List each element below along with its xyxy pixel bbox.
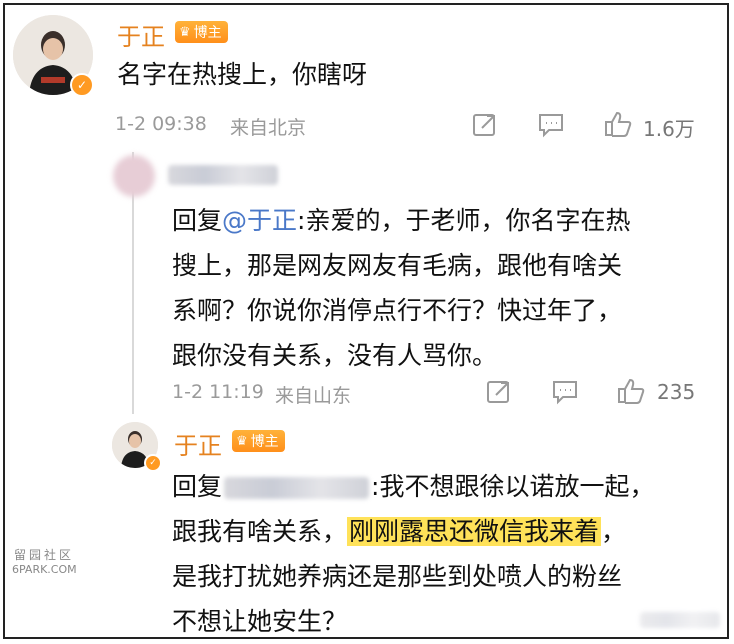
share-icon[interactable]: [472, 112, 498, 142]
reply-line-text: :亲爱的，于老师，你名字在热: [297, 206, 631, 235]
watermark-cn: 留园社区: [14, 548, 75, 562]
reply-line: 系啊？你说你消停点行不行？快过年了，: [172, 296, 623, 325]
badge-label: 博主: [193, 25, 222, 41]
blurred-user-name[interactable]: [168, 165, 278, 185]
reply-line: 跟我有啥关系，刚刚露思还微信我来着，: [172, 509, 712, 554]
highlighted-text: 刚刚露思还微信我来着: [347, 517, 602, 546]
reply-line: 回复 :我不想跟徐以诺放一起，: [172, 464, 712, 509]
crown-icon: ♛: [236, 433, 248, 449]
reply-text: 回复@于正:亲爱的，于老师，你名字在热 搜上，那是网友网友有毛病，跟他有啥关 系…: [172, 198, 712, 378]
mention-link[interactable]: @于正: [222, 206, 297, 235]
comment-icon[interactable]: [551, 379, 579, 409]
like-count: 235: [657, 380, 696, 404]
reply-line: 是我打扰她养病还是那些到处喷人的粉丝: [172, 562, 623, 591]
post-text: 名字在热搜上，你瞎呀: [117, 60, 368, 89]
blurred-mention[interactable]: [224, 477, 370, 499]
reply-location: 来自山东: [275, 385, 352, 407]
reply-line-text: ，: [601, 517, 627, 546]
reply-line: 搜上，那是网友网友有毛病，跟他有啥关: [172, 251, 623, 280]
crown-icon: ♛: [179, 24, 191, 40]
verified-icon: ✓: [144, 454, 162, 472]
reply-prefix: 回复: [172, 472, 223, 501]
user-name[interactable]: 于正: [117, 17, 165, 52]
blogger-badge: ♛ 博主: [175, 21, 228, 43]
reply-time: 1-2 11:19: [172, 381, 264, 403]
user-name[interactable]: 于正: [174, 426, 222, 461]
reply-prefix: 回复: [172, 206, 223, 235]
like-icon[interactable]: [616, 377, 646, 409]
badge-label: 博主: [250, 434, 279, 450]
watermark-en: 6PARK.COM: [12, 563, 77, 576]
like-count: 1.6万: [643, 117, 695, 141]
comment-icon[interactable]: [537, 112, 565, 142]
avatar[interactable]: [113, 155, 155, 197]
post-time: 1-2 09:38: [115, 113, 207, 135]
blogger-badge: ♛ 博主: [232, 430, 285, 452]
reply-line-text: 跟我有啥关系，: [172, 517, 348, 546]
reply-line: 回复@于正:亲爱的，于老师，你名字在热: [172, 198, 712, 243]
reply-line: 跟你没有关系，没有人骂你。: [172, 341, 498, 370]
share-icon[interactable]: [486, 379, 512, 409]
like-icon[interactable]: [603, 110, 633, 142]
reply-line-text: :我不想跟徐以诺放一起，: [371, 472, 655, 501]
reply-text: 回复 :我不想跟徐以诺放一起， 跟我有啥关系，刚刚露思还微信我来着， 是我打扰她养…: [172, 464, 712, 644]
post-location: 来自北京: [230, 117, 307, 139]
blurred-watermark: [640, 612, 720, 628]
reply-line: 不想让她安生？: [172, 607, 348, 636]
verified-icon: ✓: [70, 73, 94, 97]
